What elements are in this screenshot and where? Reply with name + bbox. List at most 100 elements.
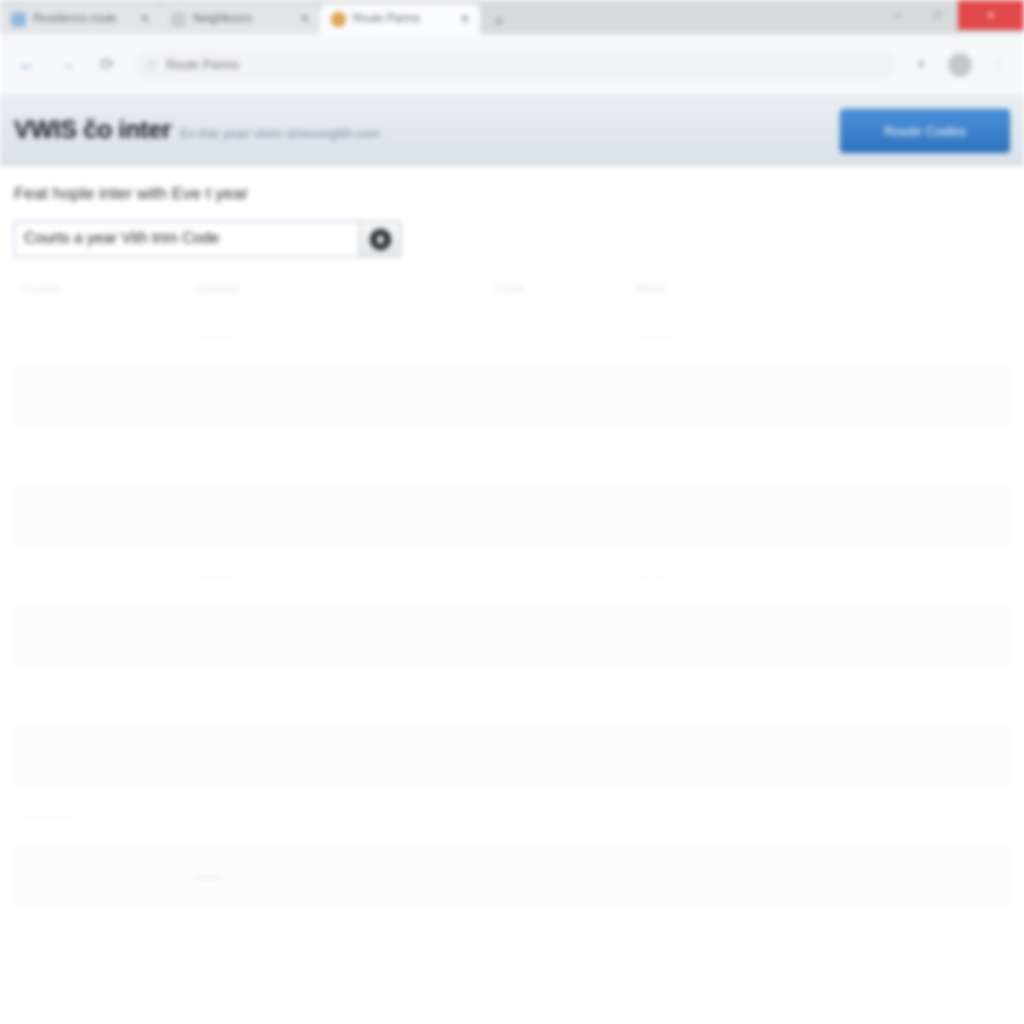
table-cell-2 [189,606,489,667]
address-bar[interactable]: ⓘ Route Parms [134,49,896,80]
column-header-closest[interactable]: Closest [189,271,489,307]
table-cell-4 [629,486,829,547]
results-table: Course Closest Code Miles · ——— ——— · ·· ·· · ·… [14,271,1010,907]
location-pin-icon [369,228,391,250]
table-cell-spacer [829,306,1010,367]
table-row[interactable]: —— [14,486,1010,547]
table-cell-4: ·· [629,366,829,427]
table-row[interactable]: · ——— · — — [14,546,1010,607]
table-header-row: Course Closest Code Miles [14,271,1010,307]
table-cell-1: · [14,306,189,367]
table-row[interactable]: · ··· ··· [14,426,1010,487]
browser-tab-strip: Residence route ✕ Neighbours ✕ Route Par… [0,0,1024,34]
column-header-spacer [829,271,1010,307]
table-cell-1: · [14,666,189,727]
results-table-header: Course Closest Code Miles [14,271,1010,307]
search-row [14,221,1010,257]
toolbar-right-group: ✦ ⋮ [910,52,1010,77]
avatar[interactable] [948,52,972,77]
table-cell-3 [489,426,629,487]
orange-circle-favicon-icon [331,11,346,27]
table-cell-3 [489,786,629,847]
table-cell-2 [189,486,489,547]
table-cell-1: · [14,426,189,487]
overflow-menu-icon[interactable]: ⋮ [988,54,1010,76]
table-row[interactable]: · ·· ·· [14,366,1010,427]
table-cell-3 [489,306,629,367]
table-cell-spacer [829,366,1010,427]
table-cell-spacer [829,606,1010,667]
table-cell-spacer [829,666,1010,727]
minimize-button[interactable]: – [878,0,918,30]
table-cell-3 [489,366,629,427]
search-go-button[interactable] [359,221,401,257]
table-cell-2: ——— [189,546,489,607]
table-cell-spacer [829,726,1010,787]
table-cell-1: · [14,546,189,607]
table-cell-1: —— [14,486,189,547]
brand: VWIS čo inter En thie year/ vlvim si/rev… [14,116,840,145]
maximize-button[interactable]: □ [918,0,958,30]
lead-heading: Feat hople inter with Eve t year [14,184,249,203]
table-cell-1: ———— [14,786,189,847]
page-subtitle: En thie year/ vlvim si/revonglith.com [180,127,380,141]
page-favicon-icon [171,11,186,27]
browser-tab-2[interactable]: Neighbours ✕ [160,4,320,34]
browser-tab-1[interactable]: Residence route ✕ [0,4,160,34]
table-row[interactable]: · ——— ——— [14,306,1010,367]
reload-icon[interactable]: ⟳ [94,52,120,78]
table-cell-3 [489,606,629,667]
browser-tab-1-title: Residence route [33,13,117,25]
info-icon: ⓘ [146,59,157,72]
address-bar-text: Route Parms [166,57,239,72]
table-cell-2: ·· [189,366,489,427]
column-header-course[interactable]: Course [14,271,189,307]
table-cell-spacer [829,486,1010,547]
table-cell-spacer [829,546,1010,607]
table-cell-3 [489,486,629,547]
window-close-button[interactable]: ✕ [958,0,1024,30]
back-arrow-icon[interactable]: ← [14,52,40,78]
table-cell-3: · [489,546,629,607]
table-row[interactable]: ——— ·· [14,606,1010,667]
page-header-band: VWIS čo inter En thie year/ vlvim si/rev… [0,96,1024,166]
table-cell-2: —— [189,846,489,907]
column-header-miles[interactable]: Miles [629,271,829,307]
table-cell-3 [489,666,629,727]
table-cell-4: ·· [629,846,829,907]
new-tab-button[interactable]: + [486,8,512,34]
forward-arrow-icon[interactable]: → [54,52,80,78]
close-icon[interactable]: ✕ [300,13,310,25]
table-row[interactable]: · —— ·· [14,846,1010,907]
table-cell-4 [629,786,829,847]
browser-tab-2-title: Neighbours [193,13,252,25]
table-cell-4: —— [629,726,829,787]
table-cell-4: — — [629,546,829,607]
table-cell-4: ··· [629,426,829,487]
browser-window: Residence route ✕ Neighbours ✕ Route Par… [0,0,1024,1024]
table-cell-1: ——— [14,606,189,667]
close-icon[interactable]: ✕ [140,13,150,25]
table-cell-spacer [829,426,1010,487]
table-cell-2 [189,786,489,847]
table-cell-3 [489,726,629,787]
table-row[interactable]: ———— [14,786,1010,847]
browser-toolbar: ← → ⟳ ⓘ Route Parms ✦ ⋮ [0,34,1024,96]
table-row[interactable]: · ·· [14,666,1010,727]
table-row[interactable]: · —— [14,726,1010,787]
table-cell-1: · [14,366,189,427]
close-icon[interactable]: ✕ [460,13,470,25]
location-pin-inner [376,234,384,244]
table-cell-2: ··· [189,426,489,487]
browser-tab-3-active[interactable]: Route Parms ✕ [320,4,480,34]
page-title: VWIS čo inter [14,116,172,144]
browser-tab-3-title: Route Parms [353,13,421,25]
table-cell-spacer [829,846,1010,907]
route-codes-button[interactable]: Route Codes [840,108,1010,153]
extension-icon[interactable]: ✦ [910,54,932,76]
search-input[interactable] [14,221,359,257]
column-header-code[interactable]: Code [489,271,629,307]
table-cell-4: ·· [629,666,829,727]
window-controls: – □ ✕ [878,0,1024,30]
page-content: Feat hople inter with Eve t year Course … [0,166,1024,1024]
